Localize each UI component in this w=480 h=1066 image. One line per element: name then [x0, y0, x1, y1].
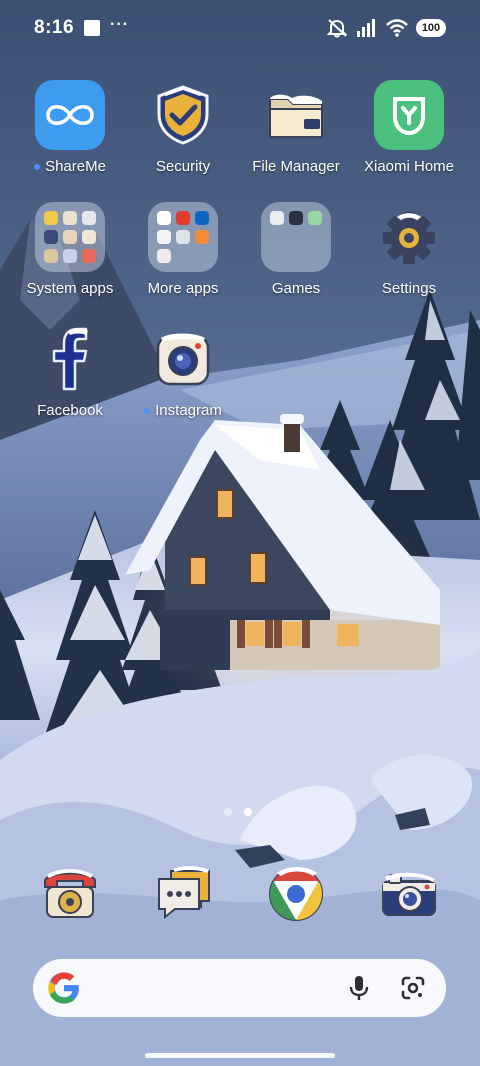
xiaomi-home-icon — [374, 80, 444, 150]
instagram-camera-icon — [148, 324, 218, 394]
mute-icon — [326, 19, 348, 38]
wifi-icon — [386, 19, 408, 37]
mini-game-icon — [270, 211, 284, 225]
folder-icon — [261, 80, 331, 150]
mini-scanner-icon — [82, 249, 96, 263]
mini-compass-icon — [44, 249, 58, 263]
app-label-shareme: ShareMe — [34, 158, 106, 175]
clock: 8:16 — [34, 17, 75, 38]
mini-game-icon — [195, 230, 209, 244]
mini-wps-icon — [176, 211, 190, 225]
mini-clock-icon — [82, 230, 96, 244]
dock-chrome[interactable] — [264, 860, 328, 924]
google-lens-icon[interactable] — [400, 975, 426, 1001]
dock-camera[interactable] — [376, 860, 440, 924]
mini-gmail-icon — [157, 211, 171, 225]
more-notifications-icon: ··· — [110, 16, 130, 33]
app-label-instagram: Instagram — [144, 402, 222, 419]
mini-game-icon — [289, 211, 303, 225]
mini-app-icon — [157, 230, 171, 244]
page-dot-2[interactable] — [244, 808, 252, 816]
mini-calculator-icon — [63, 230, 77, 244]
home-gesture-bar[interactable] — [145, 1053, 335, 1058]
app-label-security: Security — [155, 158, 211, 175]
app-security[interactable]: Security — [128, 80, 238, 192]
google-g-icon[interactable] — [47, 971, 81, 1005]
mini-music-icon — [176, 230, 190, 244]
app-label-system-apps: System apps — [26, 280, 114, 297]
app-settings[interactable]: Settings — [354, 202, 464, 314]
app-label-more-apps: More apps — [147, 280, 219, 297]
mini-notes-icon — [82, 211, 96, 225]
mini-calendar-icon — [63, 211, 77, 225]
mini-tools-icon — [63, 249, 77, 263]
folder-more-apps[interactable]: More apps — [128, 202, 238, 314]
search-actions — [348, 974, 426, 1002]
status-bar-left: 8:16 ··· — [34, 16, 130, 39]
folder-games-icon — [261, 202, 331, 272]
page-indicator[interactable] — [224, 808, 252, 816]
google-search-bar[interactable] — [33, 959, 446, 1017]
dock-phone[interactable] — [38, 860, 102, 924]
app-xiaomi-home[interactable]: Xiaomi Home — [354, 80, 464, 192]
chrome-icon — [269, 867, 323, 921]
folder-system-apps[interactable]: System apps — [15, 202, 125, 314]
dock-messages[interactable] — [152, 860, 216, 924]
signal-icon — [357, 19, 375, 37]
new-badge-dot — [34, 163, 41, 170]
folder-system-apps-icon — [35, 202, 105, 272]
mini-app-icon — [157, 249, 171, 263]
messages-icon — [158, 866, 210, 920]
status-bar-right: 100 — [326, 18, 446, 38]
mini-weather-icon — [44, 211, 58, 225]
security-shield-icon — [148, 80, 218, 150]
camera-icon — [382, 872, 436, 916]
app-label-xiaomi-home: Xiaomi Home — [363, 158, 455, 175]
mini-linkedin-icon — [195, 211, 209, 225]
app-label-settings: Settings — [381, 280, 437, 297]
app-shareme[interactable]: ShareMe — [15, 80, 125, 192]
phone-icon — [44, 869, 96, 918]
mini-game-icon — [308, 211, 322, 225]
mini-recorder-icon — [44, 230, 58, 244]
battery-indicator: 100 — [416, 19, 446, 37]
app-facebook[interactable]: Facebook — [15, 324, 125, 436]
page-dot-1[interactable] — [224, 808, 232, 816]
app-file-manager[interactable]: File Manager — [241, 80, 351, 192]
app-label-file-manager: File Manager — [252, 158, 340, 175]
app-instagram[interactable]: Instagram — [128, 324, 238, 436]
folder-more-apps-icon — [148, 202, 218, 272]
app-label-facebook: Facebook — [37, 402, 103, 419]
microphone-icon[interactable] — [348, 974, 370, 1002]
status-bar: 8:16 ··· 100 — [0, 0, 480, 56]
app-label-games: Games — [271, 280, 321, 297]
shareme-icon — [35, 80, 105, 150]
notification-icon — [84, 20, 101, 36]
gear-icon — [374, 202, 444, 272]
folder-games[interactable]: Games — [241, 202, 351, 314]
facebook-icon — [35, 324, 105, 394]
new-badge-dot — [144, 407, 151, 414]
